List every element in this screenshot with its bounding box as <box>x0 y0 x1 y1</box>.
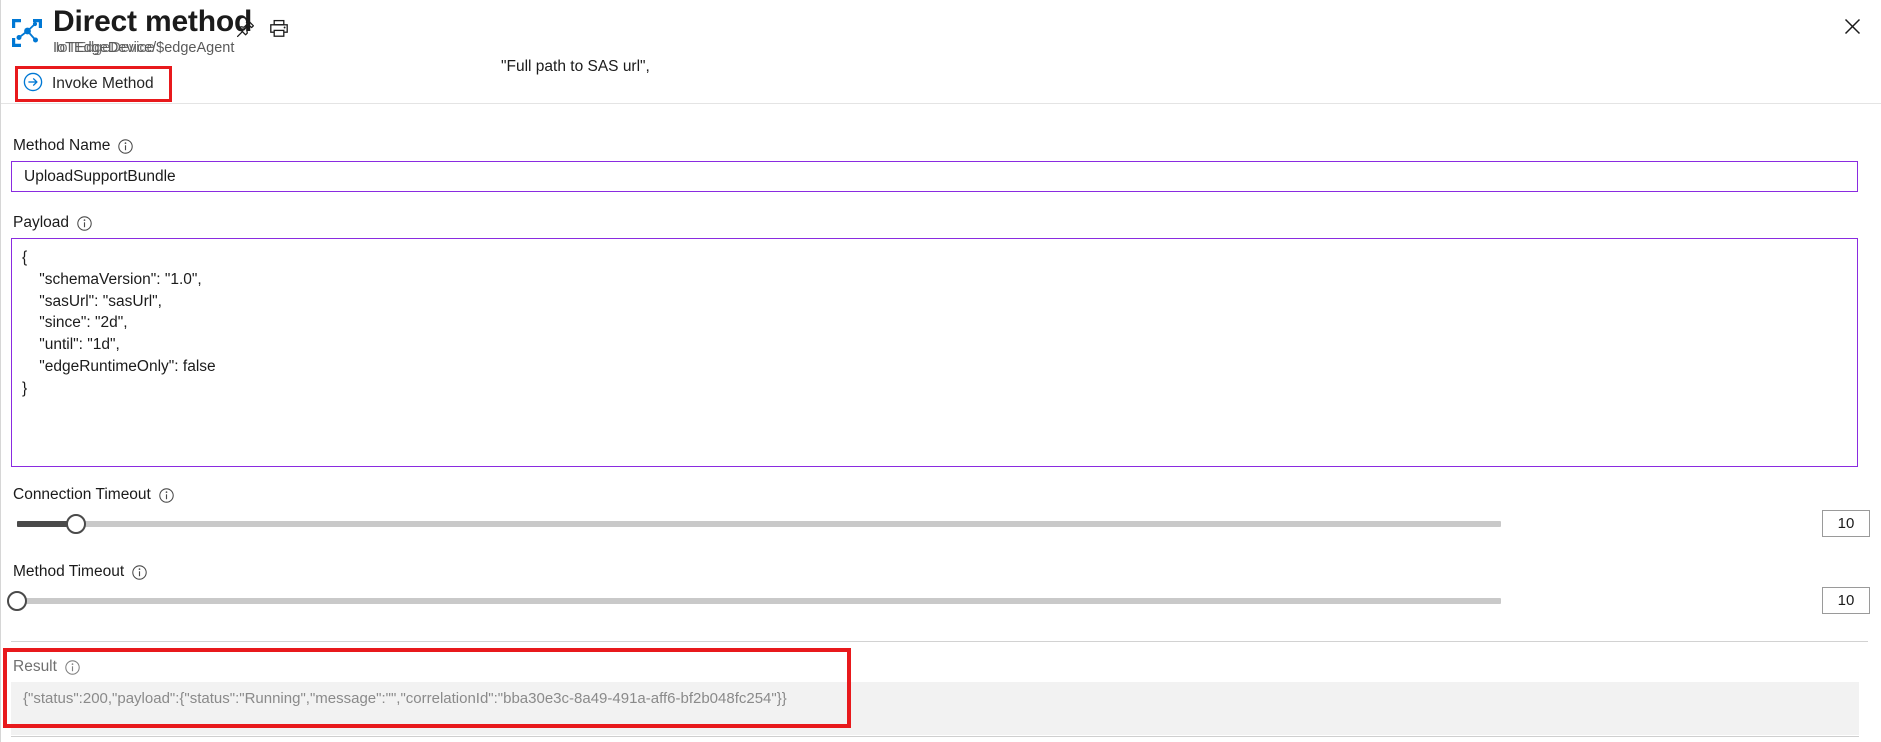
result-output: {"status":200,"payload":{"status":"Runni… <box>11 682 1859 735</box>
blade-subtitle: IoTEdgeDevice/$edgeAgent <box>53 40 234 57</box>
close-icon[interactable] <box>1834 8 1870 44</box>
blade-subtitle-device: IoTEdgeDevice <box>53 40 155 57</box>
info-circle-icon[interactable] <box>132 564 147 580</box>
command-bar-divider <box>1 103 1881 104</box>
connection-timeout-value-input[interactable] <box>1822 510 1870 537</box>
info-circle-icon[interactable] <box>77 215 92 231</box>
arrow-right-circle-icon <box>23 72 43 97</box>
connection-timeout-label: Connection Timeout <box>13 486 174 504</box>
slider-track <box>17 598 1501 604</box>
result-divider <box>11 641 1868 642</box>
method-timeout-value-input[interactable] <box>1822 587 1870 614</box>
payload-line: "until": "1d", <box>22 336 120 354</box>
method-timeout-slider[interactable] <box>7 591 1501 611</box>
method-name-label: Method Name <box>13 137 134 155</box>
slider-track <box>17 521 1501 527</box>
payload-label-text: Payload <box>13 214 70 231</box>
sas-url-annotation: "Full path to SAS url", <box>501 58 650 75</box>
method-name-label-text: Method Name <box>13 137 111 154</box>
blade-header: Direct method IoTEdgeDevice/$edgeAgent <box>1 0 1881 62</box>
direct-method-blade: Direct method IoTEdgeDevice/$edgeAgent <box>0 0 1881 742</box>
payload-line: { <box>22 249 28 266</box>
command-bar: Invoke Method <box>1 66 1881 104</box>
page-title-block: Direct method <box>53 4 252 40</box>
payload-line: "schemaVersion": "1.0", <box>22 270 202 288</box>
payload-line: "edgeRuntimeOnly": false <box>22 357 216 375</box>
payload-line: "sasUrl": "sasUrl", <box>22 292 162 310</box>
method-timeout-label: Method Timeout <box>13 563 147 581</box>
page-title: Direct method <box>53 5 253 38</box>
payload-editor[interactable]: { "schemaVersion": "1.0", "sasUrl": "sas… <box>11 238 1858 467</box>
slider-thumb[interactable] <box>7 591 27 611</box>
result-label-text: Result <box>13 658 57 675</box>
invoke-method-label: Invoke Method <box>52 75 154 92</box>
blade-subtitle-module: /$edgeAgent <box>152 40 235 56</box>
method-timeout-row <box>7 587 1876 617</box>
result-label: Result <box>13 658 80 676</box>
result-underline <box>11 736 1859 737</box>
slider-thumb[interactable] <box>66 514 87 534</box>
result-value: {"status":200,"payload":{"status":"Runni… <box>23 690 787 707</box>
payload-line: } <box>22 379 28 397</box>
info-circle-icon[interactable] <box>159 487 174 503</box>
connection-timeout-slider[interactable] <box>17 514 1501 534</box>
payload-label: Payload <box>13 214 92 232</box>
connection-timeout-label-text: Connection Timeout <box>13 486 151 503</box>
iot-hub-icon <box>10 16 44 50</box>
info-circle-icon[interactable] <box>65 659 80 675</box>
info-circle-icon[interactable] <box>118 138 134 154</box>
pin-icon[interactable] <box>229 12 261 44</box>
method-timeout-label-text: Method Timeout <box>13 563 125 580</box>
invoke-method-button[interactable]: Invoke Method <box>20 71 160 98</box>
payload-line: "since": "2d", <box>22 314 128 332</box>
invoke-method-highlight: Invoke Method <box>15 66 172 102</box>
connection-timeout-row <box>11 510 1876 540</box>
print-icon[interactable] <box>263 12 295 44</box>
method-name-input[interactable] <box>11 161 1858 192</box>
